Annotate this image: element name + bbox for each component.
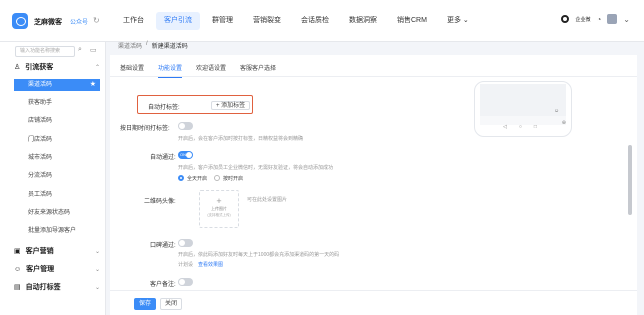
upload-label: 上传图片 [211, 206, 227, 211]
top-right-tools: 企业微 ◔ ⌄ [561, 14, 630, 24]
auto-pass-toggle[interactable]: ON [178, 151, 193, 159]
notification-icon[interactable]: ◔ [596, 15, 601, 24]
brand-name: 芝麻微客 [34, 19, 62, 26]
chevron-up-icon: ⌃ [94, 64, 100, 71]
radio-all-day[interactable] [178, 175, 184, 181]
top-bar: 芝麻微客 公众号 ↻ 工作台 客户引流 群管理 营销裂变 会话质检 数据洞察 销… [0, 0, 644, 42]
remark-toggle[interactable] [178, 278, 193, 286]
sidebar-group-customer-marketing[interactable]: ▣ 客户营销 ⌄ [14, 246, 100, 256]
upload-image-button[interactable]: + 上传图片 (支持格式上传) [199, 190, 239, 228]
plus-icon: + [216, 196, 222, 206]
collapse-icon[interactable]: ▭ [90, 46, 97, 54]
search-input[interactable]: 输入功能名称搜索 [15, 46, 75, 57]
search-icon[interactable]: ⌕ [78, 46, 82, 54]
refresh-icon[interactable]: ↻ [93, 16, 100, 25]
nav-more[interactable]: 更多 ⌄ [439, 12, 477, 30]
tag-by-time-hint: 开启后，会在客户添加时按打标签，日精权益将会到精确 [178, 136, 304, 142]
breadcrumb-current: 新建渠道活码 [151, 44, 188, 50]
toggle-on-text: ON [180, 152, 186, 157]
breadcrumb: 渠道活码 / 新建渠道活码 [118, 41, 188, 50]
qr-avatar-hint: 可在此处设置图片 [247, 197, 288, 203]
recent-icon: □ [533, 124, 537, 130]
people-icon: ♙ [14, 64, 21, 71]
star-icon[interactable]: ★ [90, 79, 96, 91]
limit-toggle[interactable] [178, 239, 193, 247]
tab-divider [110, 76, 637, 77]
radio-scheduled[interactable] [214, 175, 220, 181]
sidebar-item-channel-code[interactable]: 渠道活码 ★ [14, 79, 100, 91]
auto-pass-label: 自动通过: [150, 155, 176, 161]
tag-icon: ▤ [14, 284, 21, 291]
sidebar-item-split-code[interactable]: 分流活码 [14, 170, 100, 182]
upload-sublabel: (支持格式上传) [207, 213, 231, 217]
radio-all-day-label: 全天开启 [187, 176, 208, 182]
sidebar-item-batch-add[interactable]: 批量添加导源客户 [14, 225, 100, 237]
nav-workbench[interactable]: 工作台 [115, 12, 152, 30]
breadcrumb-parent[interactable]: 渠道活码 [118, 41, 142, 50]
sidebar: 输入功能名称搜索 ⌕ ▭ ♙ 引流获客 ⌃ 渠道活码 ★ 获客助手 店铺活码 门… [0, 42, 106, 315]
home-icon: ○ [518, 124, 522, 130]
sidebar-item-acquisition-helper[interactable]: 获客助手 [14, 97, 100, 109]
nav-group-management[interactable]: 群管理 [204, 12, 241, 30]
auto-tag-label: 自动打标签: [148, 105, 180, 111]
nav-session-qa[interactable]: 会话质检 [293, 12, 337, 30]
radio-scheduled-label: 按时开启 [223, 176, 244, 182]
back-icon: ◁ [503, 124, 507, 130]
main-panel: 基础设置 功能设置 欢迎语设置 客服客户选择 自动打标签: + 添加标签 按日期… [110, 55, 637, 315]
close-button[interactable]: 关闭 [160, 298, 182, 310]
nav-marketing-fission[interactable]: 营销裂变 [245, 12, 289, 30]
sidebar-item-store-code[interactable]: 门店活码 [14, 134, 100, 146]
limit-hint: 开启后，依此码添加好友时每天上于1000都会充添加渠道码的第一天的码 [178, 252, 340, 258]
limit-sub: 计划设 [178, 262, 194, 268]
sidebar-group-acquisition[interactable]: ♙ 引流获客 ⌃ [14, 62, 100, 72]
nav-customer-acquisition[interactable]: 客户引流 [156, 12, 200, 30]
org-icon [561, 15, 570, 23]
chevron-down-icon: ⌄ [94, 248, 100, 255]
sidebar-item-city-code[interactable]: 城市活码 [14, 152, 100, 164]
add-icon: ⊕ [561, 120, 566, 126]
remark-label: 客户备注: [150, 282, 176, 288]
tag-by-time-label: 按日期时间打标签: [120, 126, 170, 132]
chevron-down-icon: ⌄ [94, 266, 100, 273]
sidebar-item-staff-code[interactable]: 员工活码 [14, 189, 100, 201]
add-tag-button[interactable]: + 添加标签 [211, 101, 251, 110]
sidebar-group-customer-management[interactable]: ☺ 客户管理 ⌄ [14, 264, 100, 274]
tag-by-time-toggle[interactable] [178, 122, 193, 130]
grid-icon: ▣ [14, 248, 21, 255]
nav-sales-crm[interactable]: 销售CRM [389, 12, 435, 30]
chevron-down-icon[interactable]: ⌄ [623, 15, 630, 24]
sidebar-group-auto-tag[interactable]: ▤ 自动打标签 ⌄ [14, 282, 100, 292]
footer-bar: 保存 关闭 [110, 290, 637, 315]
save-button[interactable]: 保存 [134, 298, 156, 310]
org-name[interactable]: 企业微 [575, 16, 590, 23]
phone-nav: ◁ ○ □ [503, 124, 537, 130]
nav-data-insight[interactable]: 数据洞察 [341, 12, 385, 30]
emoji-icon: ☺ [554, 108, 560, 114]
sidebar-item-friend-source-code[interactable]: 好友来源状态码 [14, 207, 100, 219]
public-account-link[interactable]: 公众号 [70, 17, 88, 26]
auto-pass-hint: 开启后，客户添加员工企业微信时，无需好友验证，将会自动添加成功 [178, 165, 334, 171]
breadcrumb-separator: / [146, 41, 148, 47]
qr-avatar-label: 二维码头像: [144, 199, 176, 205]
chevron-down-icon: ⌄ [94, 284, 100, 291]
scrollbar[interactable] [628, 145, 632, 215]
avatar[interactable] [607, 14, 618, 24]
logo-icon [12, 13, 28, 29]
phone-preview: ☺ ⊕ ◁ ○ □ [474, 81, 572, 137]
main-nav: 工作台 客户引流 群管理 营销裂变 会话质检 数据洞察 销售CRM 更多 ⌄ [115, 12, 477, 30]
limit-label: 口碑通过: [150, 243, 176, 249]
user-icon: ☺ [14, 265, 22, 273]
sidebar-item-shop-code[interactable]: 店铺活码 [14, 115, 100, 127]
view-effect-link[interactable]: 查看效果图 [198, 261, 223, 268]
